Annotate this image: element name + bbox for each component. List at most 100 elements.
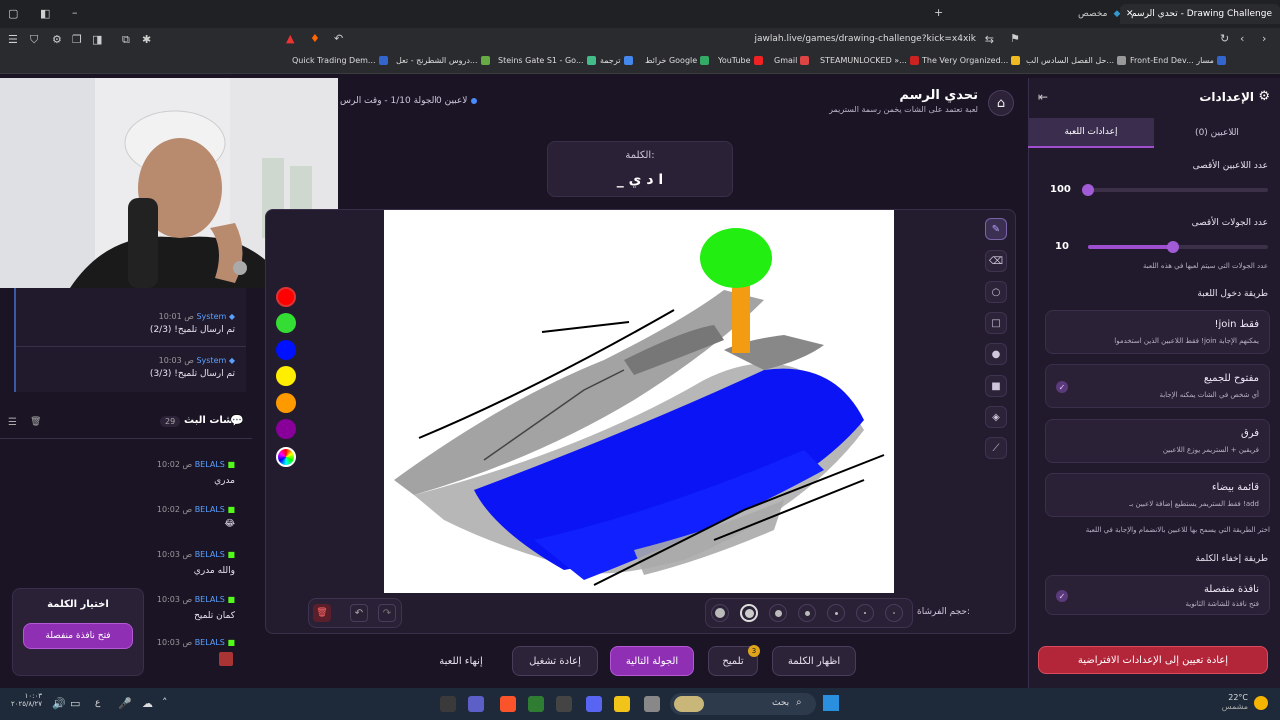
pen-tool-button[interactable]: ✎ <box>985 218 1007 240</box>
undo-button[interactable]: ↶ <box>350 604 368 622</box>
tab-players[interactable]: اللاعبين (0) <box>1154 118 1280 148</box>
new-tab-icon[interactable]: + <box>934 6 943 19</box>
bookmark-item[interactable]: حل الفصل السادس الب... <box>1026 56 1127 65</box>
max-rounds-slider[interactable] <box>1088 241 1268 253</box>
join-option-join-only[interactable]: !join فقط فقط اللاعبين الذين استخدموا !j… <box>1045 310 1270 354</box>
network-icon[interactable]: ▭ <box>70 697 80 710</box>
open-separate-window-button[interactable]: فتح نافذة منفصلة <box>23 623 133 649</box>
show-word-button[interactable]: اظهار الكلمة <box>772 646 856 676</box>
brush-size-option[interactable] <box>827 604 845 622</box>
collapse-sidebar-button[interactable]: ⇤ <box>1038 90 1048 104</box>
bookmark-icon[interactable]: ⚑ <box>1010 32 1020 45</box>
brave-rewards-icon[interactable]: ▲ <box>286 32 294 45</box>
brush-size-option[interactable] <box>856 604 874 622</box>
bookmark-item[interactable]: STEAMUNLOCKED »... <box>820 56 919 65</box>
end-game-button[interactable]: إنهاء اللعبة <box>426 646 496 676</box>
eraser-tool-button[interactable]: ⌫ <box>985 250 1007 272</box>
sidebar-menu-icon[interactable]: ☰ <box>8 33 18 46</box>
color-red-swatch[interactable] <box>276 287 296 307</box>
brush-size-option-selected[interactable] <box>740 604 758 622</box>
bookmark-item[interactable]: Steins Gate S1 - Go... <box>498 56 596 65</box>
join-option-teams[interactable]: فرق فريقين + الستريمر يوزع اللاعبين <box>1045 419 1270 463</box>
color-orange-swatch[interactable] <box>276 393 296 413</box>
circle-tool-button[interactable]: ○ <box>985 281 1007 303</box>
site-settings-icon[interactable]: ⇆ <box>985 33 994 46</box>
sidebar-icon[interactable]: ◨ <box>92 33 102 46</box>
brush-size-option[interactable] <box>769 604 787 622</box>
bookmark-item[interactable]: Gmail <box>774 56 810 65</box>
obs-icon[interactable] <box>440 696 456 712</box>
bookmark-item[interactable]: خرائط Google <box>645 56 710 65</box>
file-explorer-icon[interactable] <box>614 696 630 712</box>
bookmark-item[interactable]: YouTube <box>718 56 763 65</box>
reset-defaults-button[interactable]: إعادة تعيين إلى الإعدادات الافتراضية <box>1038 646 1268 674</box>
filled-circle-tool-button[interactable]: ● <box>985 343 1007 365</box>
chat-settings-icon[interactable]: ☰ <box>8 417 17 428</box>
cloud-icon[interactable]: ☁ <box>142 697 153 710</box>
address-bar[interactable]: jawlah.live/games/drawing-challenge?kick… <box>360 30 1000 50</box>
filled-rectangle-icon: ■ <box>991 380 1001 392</box>
tabs-icon[interactable]: ❐ <box>72 33 82 46</box>
taskbar-search[interactable]: بحث ⌕ <box>670 693 816 715</box>
weather-widget[interactable]: 22°C مشمس <box>1220 693 1248 711</box>
hide-option-separate-window[interactable]: ✓ نافذة منفصلة فتح نافذة للشاشة الثانوية <box>1045 575 1270 615</box>
forward-icon[interactable]: ‹ <box>1240 32 1244 45</box>
clear-canvas-button[interactable]: 🗑 <box>313 604 331 622</box>
tab-active[interactable]: ✕ تحدي الرسم - Drawing Challenge <box>1120 4 1280 24</box>
extensions-icon[interactable]: ✱ <box>142 33 151 46</box>
bookmark-item[interactable]: Front-End Dev... مسار <box>1130 56 1226 65</box>
teams-icon[interactable] <box>468 696 484 712</box>
color-purple-swatch[interactable] <box>276 419 296 439</box>
check-icon: ✓ <box>1056 590 1068 602</box>
windows-start-icon[interactable] <box>823 695 839 711</box>
input-language[interactable]: ع <box>95 698 100 708</box>
reload-icon[interactable]: ↻ <box>1220 32 1229 45</box>
custom-color-picker[interactable] <box>276 447 296 467</box>
drawing-canvas[interactable] <box>384 210 894 593</box>
color-green-swatch[interactable] <box>276 313 296 333</box>
undo-icon[interactable]: ↶ <box>334 32 343 45</box>
tray-expand-icon[interactable]: ˄ <box>162 696 168 709</box>
back-icon[interactable]: › <box>1262 32 1266 45</box>
clear-chat-icon[interactable]: 🗑 <box>30 417 41 427</box>
settings-icon[interactable]: ⚙ <box>52 33 62 46</box>
app-icon[interactable] <box>644 696 660 712</box>
discord-icon[interactable] <box>586 696 602 712</box>
bookmark-item[interactable]: The Very Organized... <box>922 56 1021 65</box>
filled-rectangle-tool-button[interactable]: ■ <box>985 375 1007 397</box>
speaker-icon[interactable]: 🔊 <box>52 697 66 710</box>
home-button[interactable]: ⌂ <box>988 90 1014 116</box>
bookmark-item[interactable]: Quick Trading Dem... <box>292 56 388 65</box>
color-yellow-swatch[interactable] <box>276 366 296 386</box>
mic-icon[interactable]: 🎤 <box>118 697 132 710</box>
minimize-icon[interactable]: – <box>72 6 78 19</box>
join-option-open[interactable]: ✓ مفتوح للجميع أي شخص في الشات يمكنه الإ… <box>1045 364 1270 408</box>
window-icon[interactable]: ◧ <box>40 7 50 20</box>
screenshot-icon[interactable]: ⧉ <box>122 33 130 47</box>
brave-icon[interactable] <box>500 696 516 712</box>
color-blue-swatch[interactable] <box>276 340 296 360</box>
bookmark-item[interactable]: دروس الشطرنج - تعل... <box>396 56 490 65</box>
max-rounds-slider-knob[interactable] <box>1167 241 1179 253</box>
restart-button[interactable]: إعادة تشغيل <box>512 646 598 676</box>
brave-shield-icon[interactable]: ♦ <box>310 32 320 45</box>
xbox-icon[interactable] <box>528 696 544 712</box>
max-players-slider-knob[interactable] <box>1082 184 1094 196</box>
brush-size-option[interactable] <box>711 604 729 622</box>
next-round-button[interactable]: الجولة التالية <box>610 646 694 676</box>
redo-button[interactable]: ↷ <box>378 604 396 622</box>
tab-game-settings[interactable]: إعدادات اللعبة <box>1028 118 1154 148</box>
fill-tool-button[interactable]: ◈ <box>985 406 1007 428</box>
brush-size-option[interactable] <box>885 604 903 622</box>
rectangle-tool-button[interactable]: □ <box>985 312 1007 334</box>
youtube-icon <box>753 56 763 65</box>
max-players-slider[interactable] <box>1082 184 1268 196</box>
close-tab-icon[interactable]: ✕ <box>1126 9 1134 19</box>
browser-menu-icon[interactable]: ▢ <box>8 7 18 20</box>
line-tool-button[interactable]: ⟋ <box>985 437 1007 459</box>
store-icon[interactable] <box>556 696 572 712</box>
shield-icon[interactable]: ⛉ <box>30 33 38 47</box>
join-option-whitelist[interactable]: قائمة بيضاء فقط الستريمر يستطيع إضافة لا… <box>1045 473 1270 517</box>
bookmark-item[interactable]: ترجمة <box>600 56 633 65</box>
brush-size-option[interactable] <box>798 604 816 622</box>
